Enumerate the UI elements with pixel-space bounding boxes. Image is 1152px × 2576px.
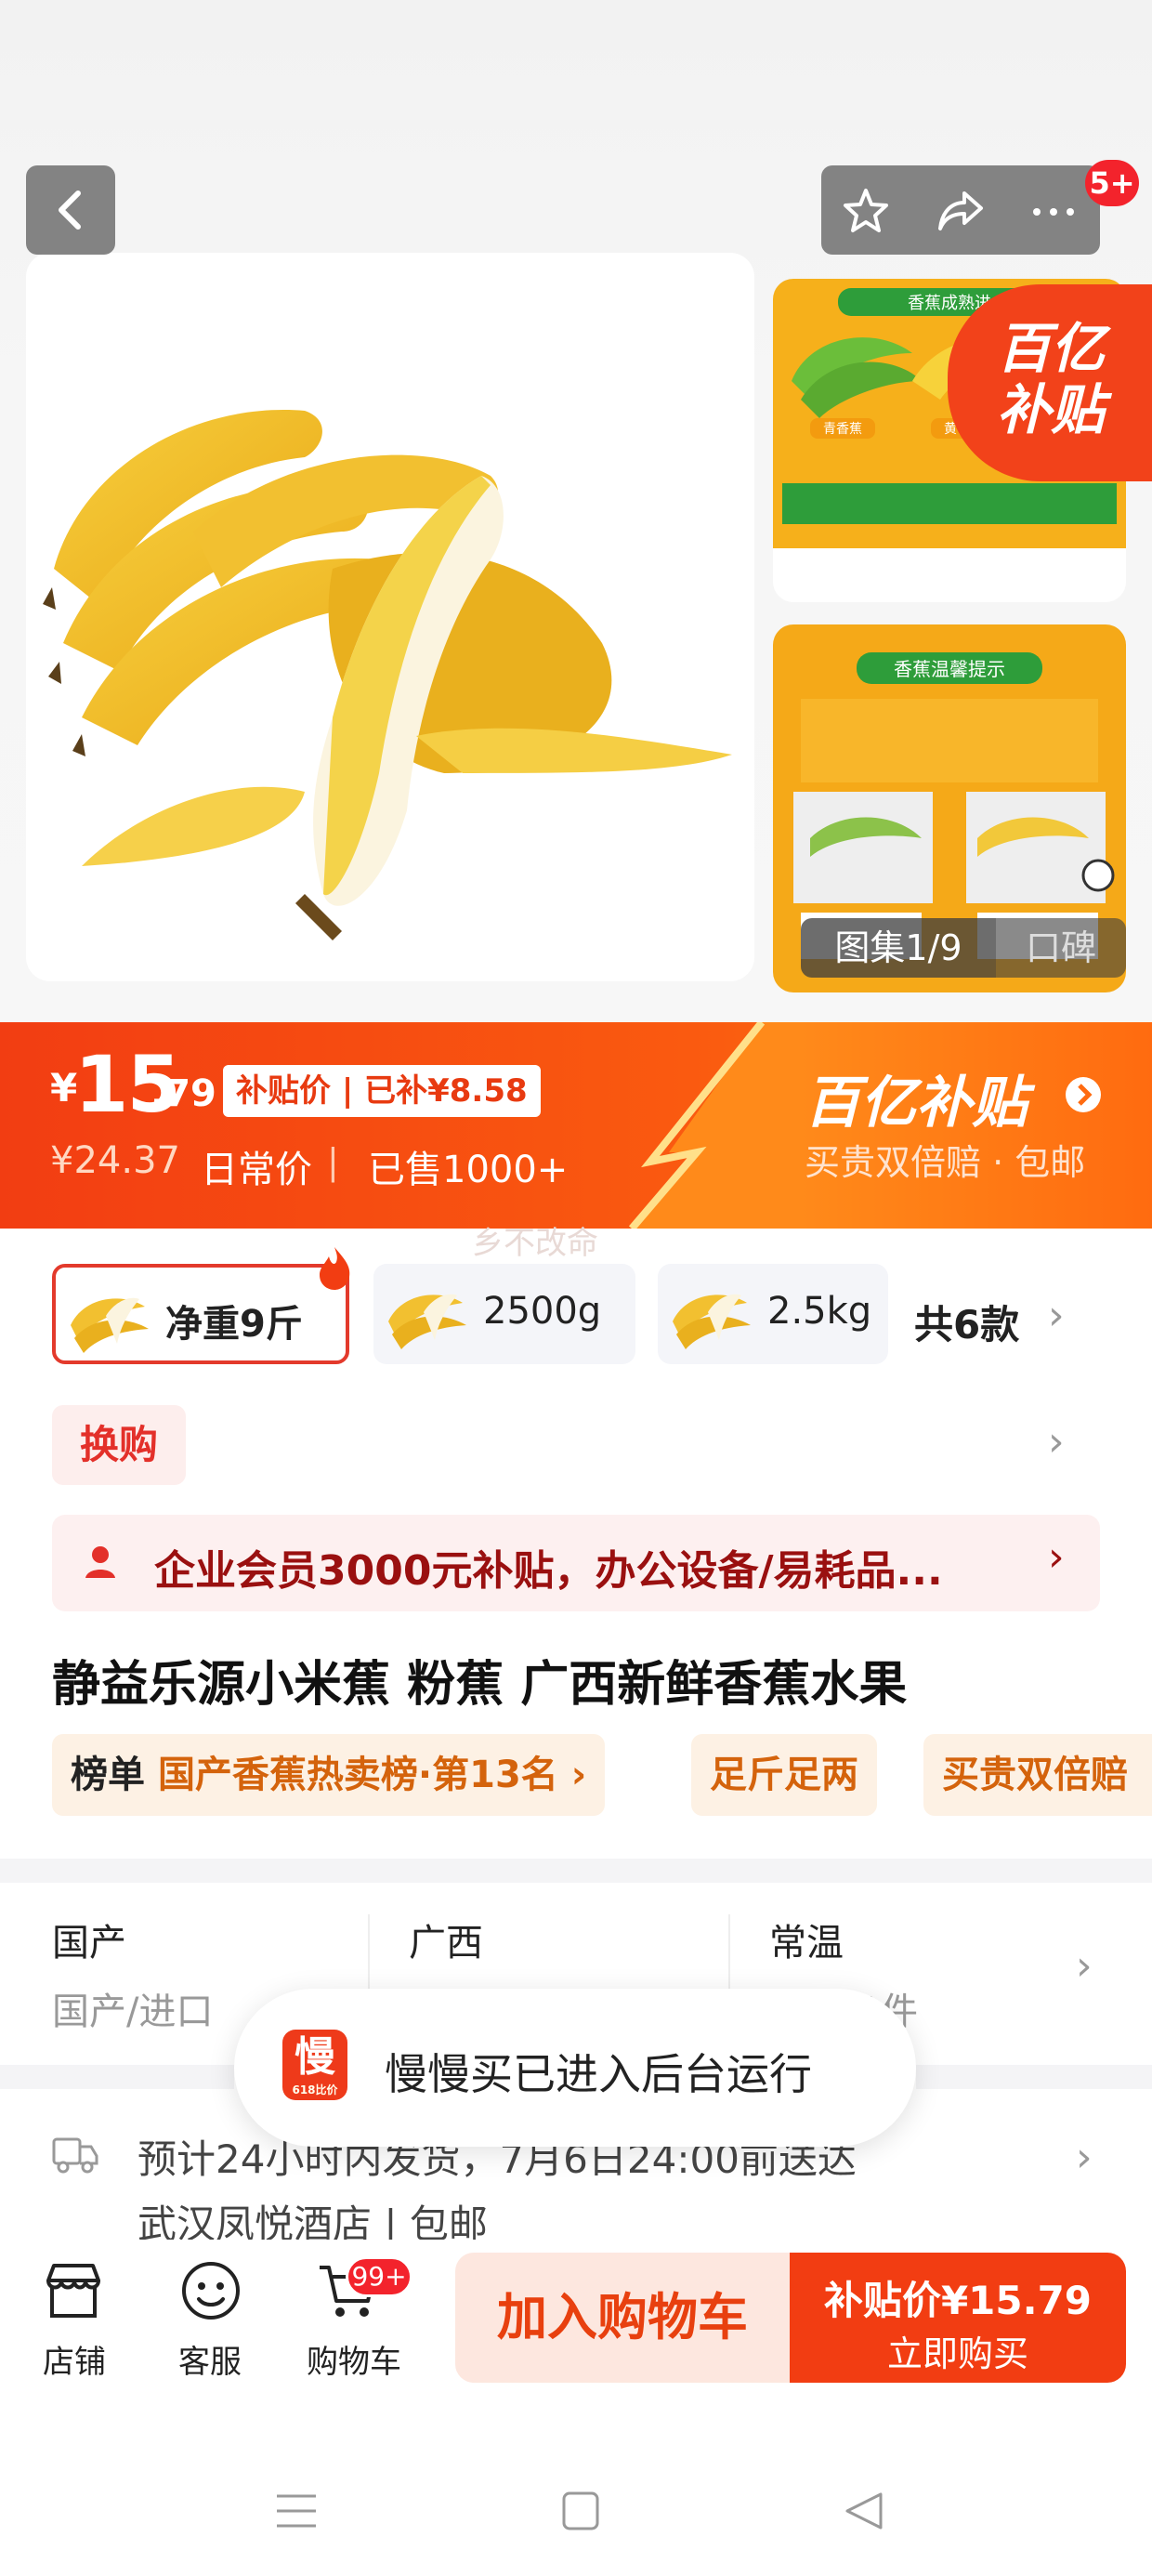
price-decimal: .79 — [151, 1072, 216, 1115]
banana-thumb-icon — [673, 1294, 751, 1349]
sold-count: 已售1000+ — [368, 1149, 569, 1191]
chevron-right-icon[interactable]: › — [1076, 1942, 1093, 1990]
variant-label: 2500g — [483, 1290, 602, 1333]
hot-fire-icon — [320, 1247, 350, 1290]
customer-service-icon[interactable] — [178, 2258, 243, 2323]
toast-app-sub: 618比价 — [292, 2083, 338, 2096]
gallery-counter[interactable]: 图集1/9 — [801, 918, 996, 978]
chevron-right-icon[interactable]: › — [1048, 1292, 1065, 1339]
ranking-label: 榜单 — [71, 1754, 145, 1796]
chevron-left-icon — [59, 191, 81, 230]
buy-now-label: 立即购买 — [886, 2333, 1028, 2374]
price-currency: ¥ — [50, 1065, 78, 1111]
back-triangle-icon[interactable] — [844, 2491, 884, 2531]
spec-origin-value: 国产 — [52, 1922, 126, 1965]
spec-place-value: 广西 — [409, 1922, 483, 1965]
chevron-right-icon[interactable]: › — [1048, 1533, 1065, 1581]
full-weight-tag[interactable]: 足斤足两 — [691, 1734, 877, 1816]
subsidy-amount: 已补¥8.58 — [364, 1072, 528, 1110]
spec-origin-label: 国产/进口 — [52, 1991, 214, 2033]
shop-icon[interactable] — [41, 2258, 106, 2323]
yi-subsidy-badge: 百亿 补贴 — [948, 284, 1152, 481]
subsidy-price-box: 补贴价 | 已补¥8.58 — [223, 1065, 541, 1117]
menu-icon[interactable] — [275, 2492, 318, 2530]
variant-label: 2.5kg — [767, 1290, 872, 1333]
yi-subsidy-subtitle: 买贵双倍赔 · 包邮 — [805, 1142, 1086, 1183]
daily-price-label: 日常价 — [201, 1149, 312, 1191]
toast-text: 慢慢买已进入后台运行 — [385, 2049, 812, 2099]
system-navigation-bar — [0, 2435, 1152, 2576]
koubei-tab[interactable]: 口碑 — [996, 918, 1126, 978]
banana-thumb-icon — [71, 1297, 149, 1353]
spec-storage-value: 常温 — [769, 1922, 844, 1965]
add-to-cart-button[interactable]: 加入购物车 — [455, 2253, 790, 2383]
section-divider — [0, 2065, 234, 2089]
manmanmai-app-icon: 慢 618比价 — [282, 2030, 347, 2100]
enterprise-promo-text: 企业会员3000元补贴，办公设备/易耗品... — [154, 1547, 943, 1595]
separator: | — [327, 1141, 339, 1182]
buy-price: 补贴价¥15.79 — [823, 2278, 1093, 2323]
variant-label: 净重9斤 — [165, 1303, 303, 1346]
original-price: ¥24.37 — [50, 1139, 180, 1182]
share-icon[interactable] — [935, 186, 987, 238]
variant-option[interactable]: 2.5kg — [658, 1264, 888, 1364]
yi-subsidy-line2: 补贴 — [996, 378, 1105, 441]
main-product-image[interactable] — [26, 253, 754, 981]
service-label[interactable]: 客服 — [178, 2336, 242, 2382]
price-protect-tag[interactable]: 买贵双倍赔 — [923, 1734, 1152, 1816]
section-divider — [0, 1859, 1152, 1883]
chevron-right-icon[interactable]: › — [1048, 1418, 1065, 1465]
cart-count-badge: 99+ — [346, 2256, 412, 2297]
user-icon — [85, 1546, 115, 1578]
variant-option[interactable]: 净重9斤 — [52, 1264, 349, 1364]
more-icon[interactable] — [1028, 186, 1080, 238]
thumb1-green-label: 青香蕉 — [823, 422, 862, 437]
swap-purchase-tag[interactable]: 换购 — [52, 1405, 186, 1485]
home-icon[interactable] — [561, 2491, 600, 2531]
banana-thumb-icon — [388, 1294, 466, 1349]
yi-subsidy-line1: 百亿 — [996, 317, 1105, 380]
thumb2-title: 香蕉温馨提示 — [894, 658, 1005, 680]
variant-total[interactable]: 共6款 — [914, 1294, 1019, 1350]
subsidy-label: 补贴价 — [236, 1072, 331, 1110]
header-actions — [821, 165, 1100, 255]
star-icon[interactable] — [840, 186, 892, 238]
chevron-right-circle-icon[interactable] — [1065, 1076, 1102, 1113]
shop-label[interactable]: 店铺 — [43, 2336, 106, 2382]
ranking-text: 国产香蕉热卖榜·第13名 › — [157, 1754, 587, 1796]
cart-label[interactable]: 购物车 — [307, 2336, 401, 2382]
toast-app-glyph: 慢 — [295, 2033, 335, 2081]
delivery-truck-icon — [52, 2137, 98, 2174]
yi-subsidy-title[interactable]: 百亿补贴 — [805, 1058, 1028, 1138]
product-title: 静益乐源小米蕉 粉蕉 广西新鲜香蕉水果 — [52, 1657, 908, 1713]
notification-badge: 5+ — [1085, 160, 1139, 206]
ranking-tag[interactable]: 榜单 国产香蕉热卖榜·第13名 › — [52, 1734, 606, 1816]
chevron-right-icon[interactable]: › — [1076, 2134, 1093, 2181]
lightning-divider — [628, 1022, 799, 1229]
buy-now-button[interactable]: 补贴价¥15.79 立即购买 — [790, 2253, 1126, 2383]
variant-option[interactable]: 2500g — [373, 1264, 635, 1364]
back-button[interactable] — [26, 165, 115, 255]
section-divider — [916, 2065, 1152, 2089]
